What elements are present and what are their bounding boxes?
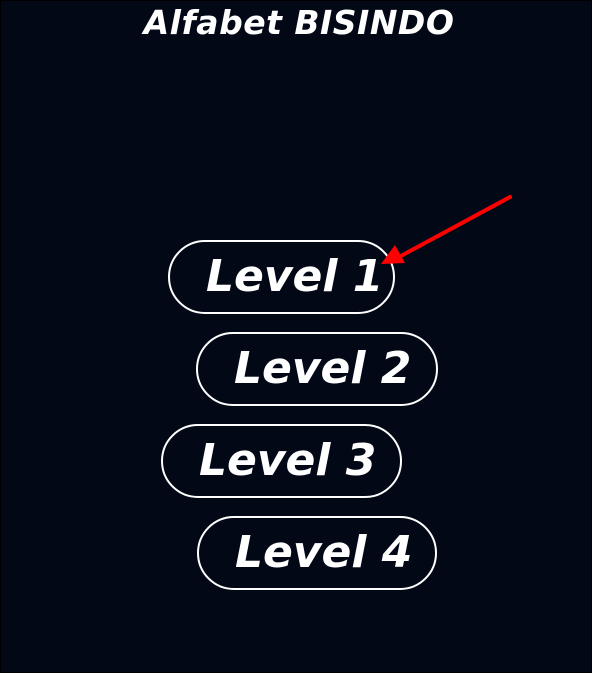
level-4-button[interactable]: Level 4 — [197, 516, 437, 590]
level-3-button[interactable]: Level 3 — [161, 424, 402, 498]
page-title: Alfabet BISINDO — [143, 3, 455, 42]
level-2-button[interactable]: Level 2 — [196, 332, 438, 406]
level-4-label: Level 4 — [235, 527, 413, 578]
level-1-button[interactable]: Level 1 — [168, 240, 395, 314]
level-1-label: Level 1 — [206, 251, 384, 302]
level-select-screen: Alfabet BISINDO Level 1 Level 2 Level 3 … — [1, 1, 591, 672]
level-2-label: Level 2 — [234, 343, 412, 394]
level-3-label: Level 3 — [199, 435, 377, 486]
